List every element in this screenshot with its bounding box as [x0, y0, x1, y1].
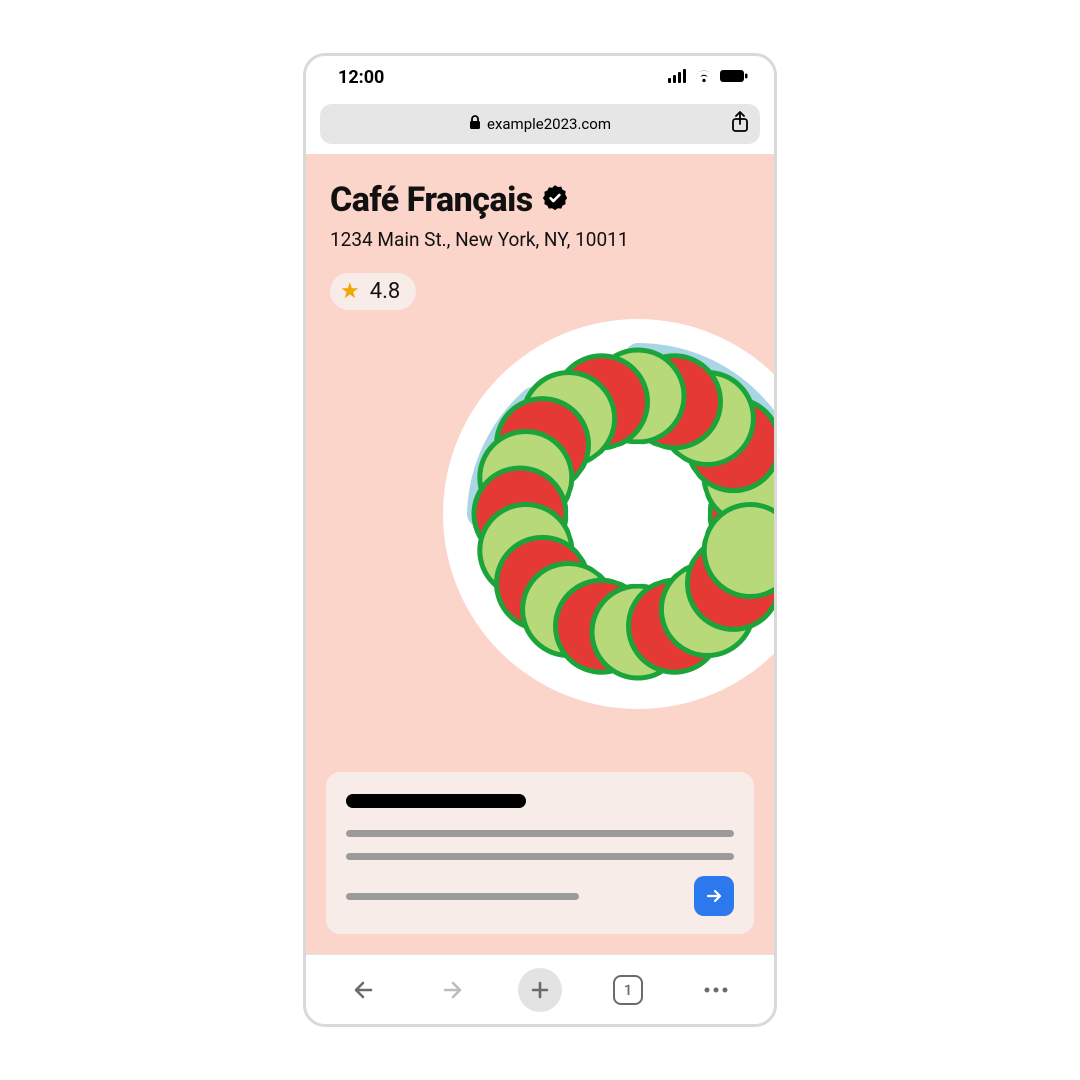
- status-time: 12:00: [338, 67, 384, 88]
- restaurant-address: 1234 Main St., New York, NY, 10011: [330, 228, 750, 251]
- address-bar-container: example2023.com: [306, 98, 774, 154]
- plus-icon: [529, 979, 551, 1001]
- arrow-right-icon: [439, 977, 465, 1003]
- description-line-placeholder: [346, 853, 734, 860]
- tabs-button[interactable]: 1: [606, 968, 650, 1012]
- browser-toolbar: 1: [306, 954, 774, 1024]
- more-icon: [703, 986, 729, 994]
- description-line-placeholder: [346, 893, 579, 900]
- page-content: Café Français 1234 Main St., New York, N…: [306, 154, 774, 954]
- arrow-right-icon: [704, 886, 724, 906]
- address-bar[interactable]: example2023.com: [320, 104, 760, 144]
- status-indicators: [668, 67, 748, 88]
- tab-count: 1: [624, 981, 633, 999]
- description-line-placeholder: [346, 830, 734, 837]
- description-title-placeholder: [346, 794, 526, 808]
- address-bar-content: example2023.com: [320, 115, 760, 133]
- description-card: [326, 772, 754, 934]
- url-text: example2023.com: [487, 115, 611, 133]
- restaurant-header: Café Français 1234 Main St., New York, N…: [306, 154, 774, 251]
- forward-button[interactable]: [430, 968, 474, 1012]
- new-tab-button[interactable]: [518, 968, 562, 1012]
- battery-icon: [720, 67, 748, 88]
- wifi-icon: [694, 67, 714, 88]
- star-icon: ★: [340, 281, 360, 303]
- lock-icon: [469, 115, 481, 133]
- restaurant-name: Café Français: [330, 180, 533, 220]
- share-icon: [730, 111, 750, 133]
- more-button[interactable]: [694, 968, 738, 1012]
- arrow-left-icon: [351, 977, 377, 1003]
- verified-badge-icon: [541, 184, 569, 216]
- phone-frame: 12:00 example2023.com: [303, 53, 777, 1027]
- dish-illustration: [438, 314, 774, 714]
- rating-badge: ★ 4.8: [330, 273, 416, 310]
- continue-button[interactable]: [694, 876, 734, 916]
- share-button[interactable]: [730, 111, 750, 137]
- rating-value: 4.8: [370, 279, 401, 304]
- cellular-icon: [668, 67, 688, 88]
- back-button[interactable]: [342, 968, 386, 1012]
- status-bar: 12:00: [306, 56, 774, 98]
